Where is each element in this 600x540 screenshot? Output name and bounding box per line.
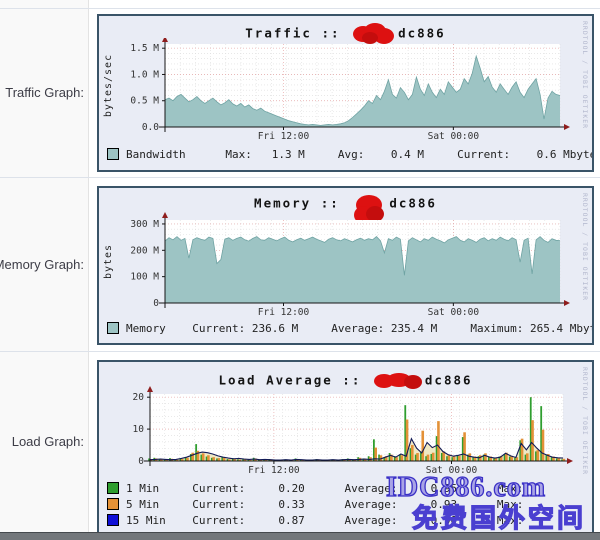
svg-text:0.0: 0.0 xyxy=(142,122,159,133)
load-chart: 01020Fri 12:00Sat 00:00 xyxy=(99,386,592,478)
legend-row: Memory Current: 236.6 M Average: 235.4 M… xyxy=(107,320,592,336)
row-divider xyxy=(0,177,600,178)
traffic-chart: 0.0 0.5 M 1.0 M 1.5 M Fri 12:00 Sat 00:00 byte… xyxy=(99,38,592,150)
row-divider xyxy=(0,351,600,352)
svg-text:Fri 12:00: Fri 12:00 xyxy=(258,307,310,318)
memory-graph-panel: Memory :: dc886 0 100 M 200 M 300 MFri 12:0… xyxy=(97,186,594,345)
legend-swatch xyxy=(107,498,119,510)
row-divider xyxy=(0,8,600,9)
rrdtool-signature: RRDTOOL / TOBI OETIKER xyxy=(581,21,589,165)
legend-swatch xyxy=(107,514,119,526)
legend-swatch xyxy=(107,148,119,160)
memory-row-label-text: Memory Graph: xyxy=(0,257,84,272)
svg-text:bytes: bytes xyxy=(103,244,114,279)
legend-swatch xyxy=(107,322,119,334)
legend-swatch xyxy=(107,482,119,494)
legend-text: Memory Current: 236.6 M Average: 235.4 M… xyxy=(126,322,592,335)
svg-text:0.5 M: 0.5 M xyxy=(130,96,159,107)
graphs-page: Traffic Graph: Memory Graph: Load Graph:… xyxy=(0,0,600,540)
rrdtool-signature: RRDTOOL / TOBI OETIKER xyxy=(581,193,589,338)
svg-text:1.0 M: 1.0 M xyxy=(130,69,159,80)
svg-text:200 M: 200 M xyxy=(130,245,159,256)
svg-text:100 M: 100 M xyxy=(130,272,159,283)
memory-row-label: Memory Graph: xyxy=(0,177,87,351)
legend-text: Bandwidth Max: 1.3 M Avg: 0.4 M Current:… xyxy=(126,148,592,161)
traffic-row-label-text: Traffic Graph: xyxy=(5,85,84,100)
chinese-watermark: 免费国外空间 xyxy=(412,498,586,535)
svg-text:0: 0 xyxy=(138,456,144,467)
traffic-legend: Bandwidth Max: 1.3 M Avg: 0.4 M Current:… xyxy=(107,146,592,162)
svg-text:Sat 00:00: Sat 00:00 xyxy=(428,131,480,142)
svg-text:Fri 12:00: Fri 12:00 xyxy=(258,131,310,142)
load-row-label-text: Load Graph: xyxy=(12,434,84,449)
memory-title-host: dc886 xyxy=(389,196,437,211)
traffic-graph-panel: Traffic :: dc886 0.00.5 M1.0 M1.5 MFri 1… xyxy=(97,14,594,172)
svg-text:20: 20 xyxy=(133,392,145,403)
svg-text:0: 0 xyxy=(153,298,159,309)
svg-text:1.5 M: 1.5 M xyxy=(130,43,159,54)
legend-row: Bandwidth Max: 1.3 M Avg: 0.4 M Current:… xyxy=(107,146,592,162)
svg-text:bytes/sec: bytes/sec xyxy=(103,54,114,117)
svg-text:Sat 00:00: Sat 00:00 xyxy=(428,307,480,318)
traffic-row-label: Traffic Graph: xyxy=(0,8,87,177)
svg-text:10: 10 xyxy=(133,424,145,435)
memory-title-prefix: Memory :: xyxy=(254,196,340,211)
memory-legend: Memory Current: 236.6 M Average: 235.4 M… xyxy=(107,320,592,336)
svg-text:300 M: 300 M xyxy=(130,219,159,230)
memory-chart: 0 100 M 200 M 300 M Fri 12:00 Sat 00:00 bytes xyxy=(99,210,592,326)
svg-text:Fri 12:00: Fri 12:00 xyxy=(248,465,300,476)
load-row-label: Load Graph: xyxy=(0,351,87,532)
